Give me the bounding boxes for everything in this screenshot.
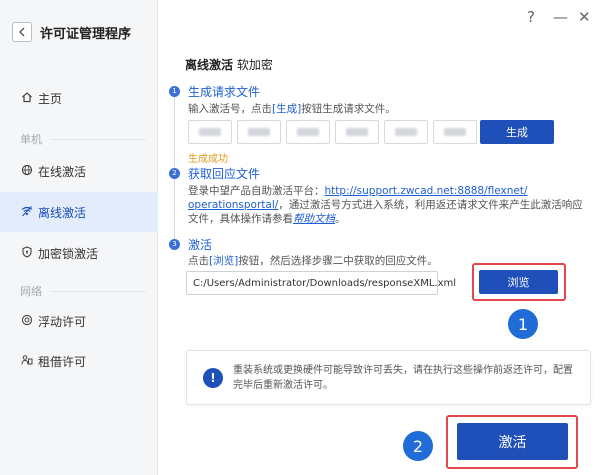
text: 点击 (188, 255, 209, 267)
floating-icon (20, 314, 34, 329)
step-1-desc: 输入激活号，点击[生成]按钮生成请求文件。 (188, 101, 396, 116)
generate-button[interactable]: 生成 (480, 120, 554, 144)
sidebar-group-network: 网络 (20, 283, 146, 299)
text: 。 (335, 213, 346, 225)
globe-icon (20, 164, 34, 179)
step-2-desc: 登录中望产品自助激活平台：http://support.zwcad.net:88… (188, 184, 593, 226)
portal-link[interactable]: http://support.zwcad.net:8888/flexnet/ (325, 185, 528, 197)
page-title-bold: 离线激活 (185, 58, 234, 72)
masked-value (444, 128, 466, 136)
step-1-marker: 1 (169, 86, 180, 97)
activation-code-field-2[interactable] (237, 120, 281, 144)
group-label: 单机 (20, 133, 42, 146)
step-2-marker: 2 (169, 168, 180, 179)
wifi-icon (20, 205, 34, 220)
text-link: [浏览] (209, 255, 239, 267)
sidebar-item-dongle[interactable]: 加密锁激活 (0, 233, 158, 273)
masked-value (199, 128, 221, 136)
step-3-marker: 3 (169, 239, 180, 250)
generate-success-text: 生成成功 (188, 154, 228, 165)
portal-link-cont[interactable]: operationsportal/ (188, 199, 278, 211)
sidebar-item-label: 浮动许可 (38, 314, 87, 329)
app-title: 许可证管理程序 (40, 26, 132, 42)
sidebar-item-label: 离线激活 (38, 205, 87, 220)
response-file-path-input[interactable]: C:/Users/Administrator/Downloads/respons… (186, 271, 456, 295)
notice-text: 重装系统或更换硬件可能导致许可丢失，请在执行这些操作前返还许可，配置完毕后重新激… (233, 365, 573, 391)
home-icon (20, 91, 34, 106)
activation-code-field-5[interactable] (384, 120, 428, 144)
callout-1: 1 (508, 309, 538, 339)
step-3-title: 激活 (188, 238, 213, 252)
sidebar-item-label: 主页 (38, 91, 63, 106)
callout-2: 2 (403, 431, 433, 461)
divider (50, 138, 146, 140)
text: 按钮，然后选择步骤二中获取的回应文件。 (238, 255, 438, 267)
sidebar-item-home[interactable]: 主页 (0, 78, 158, 118)
sidebar-item-borrow[interactable]: 租借许可 (0, 341, 158, 381)
text: 登录中望产品自助激活平台： (188, 185, 325, 197)
notice-box: ! 重装系统或更换硬件可能导致许可丢失，请在执行这些操作前返还许可，配置完毕后重… (186, 350, 591, 405)
info-icon: ! (203, 368, 223, 388)
borrow-icon (20, 354, 34, 369)
sidebar-item-online[interactable]: 在线激活 (0, 151, 158, 191)
sidebar-item-floating[interactable]: 浮动许可 (0, 301, 158, 341)
sidebar-item-label: 在线激活 (38, 164, 87, 179)
text-link: [生成] (272, 103, 302, 115)
app-header: 许可证管理程序 (12, 22, 131, 42)
step-2-title: 获取回应文件 (188, 167, 261, 181)
sidebar-item-label: 加密锁激活 (38, 246, 99, 261)
back-button[interactable] (12, 22, 32, 42)
group-label: 网络 (20, 285, 42, 298)
activation-code-field-3[interactable] (286, 120, 330, 144)
activation-code-field-1[interactable] (188, 120, 232, 144)
activation-code-field-6[interactable] (433, 120, 477, 144)
page-title-sub: 软加密 (236, 58, 273, 72)
activate-button[interactable]: 激活 (457, 423, 568, 460)
masked-value (248, 128, 270, 136)
activation-code-field-4[interactable] (335, 120, 379, 144)
sidebar: 许可证管理程序 主页 单机 在线激活 离线激活 加密锁激活 网络 浮动许可 租借… (0, 0, 158, 475)
help-doc-link[interactable]: 帮助文档 (293, 213, 335, 225)
chevron-left-icon (19, 27, 25, 37)
sidebar-group-standalone: 单机 (20, 131, 146, 147)
sidebar-item-label: 租借许可 (38, 354, 87, 369)
page-title: 离线激活 软加密 (185, 56, 273, 73)
masked-value (346, 128, 368, 136)
close-button[interactable]: ✕ (578, 8, 591, 26)
help-button[interactable]: ? (527, 8, 535, 26)
divider (50, 290, 146, 292)
minimize-button[interactable]: — (553, 8, 568, 26)
sidebar-item-offline[interactable]: 离线激活 (0, 192, 158, 232)
step-1-title: 生成请求文件 (188, 85, 261, 99)
text: 输入激活号，点击 (188, 103, 272, 115)
masked-value (297, 128, 319, 136)
text: 按钮生成请求文件。 (301, 103, 396, 115)
step-3-desc: 点击[浏览]按钮，然后选择步骤二中获取的回应文件。 (188, 253, 438, 268)
masked-value (395, 128, 417, 136)
shield-icon (20, 245, 34, 261)
browse-button[interactable]: 浏览 (479, 270, 558, 294)
